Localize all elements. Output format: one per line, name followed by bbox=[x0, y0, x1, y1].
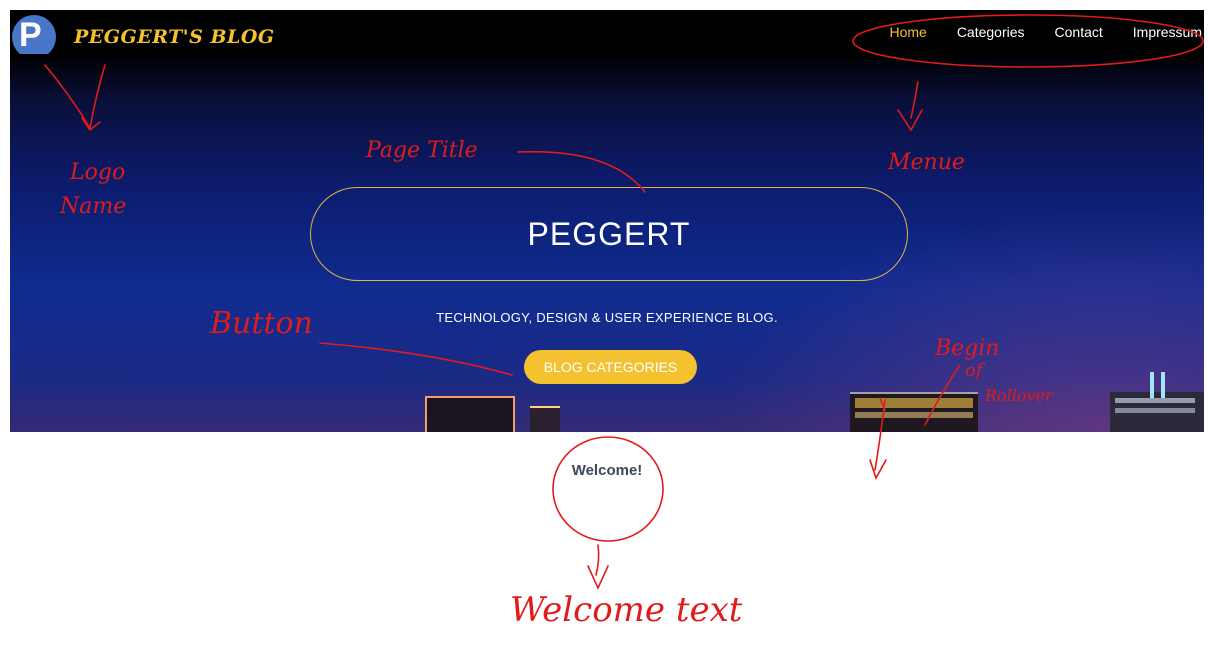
site-name[interactable]: PEGGERT'S BLOG bbox=[74, 26, 275, 48]
logo-icon[interactable]: P bbox=[12, 15, 56, 54]
welcome-heading: Welcome! bbox=[571, 462, 643, 479]
menu-item-home[interactable]: Home bbox=[889, 24, 926, 40]
menu-item-contact[interactable]: Contact bbox=[1055, 24, 1103, 40]
tagline: TECHNOLOGY, DESIGN & USER EXPERIENCE BLO… bbox=[436, 310, 778, 325]
site-header: P PEGGERT'S BLOG Home Categories Contact… bbox=[10, 10, 1204, 54]
site-page: P PEGGERT'S BLOG Home Categories Contact… bbox=[10, 10, 1204, 641]
logo-letter: P bbox=[19, 16, 42, 54]
menu-item-categories[interactable]: Categories bbox=[957, 24, 1025, 40]
page-title: PEGGERT bbox=[527, 215, 691, 252]
page-title-box: PEGGERT bbox=[310, 187, 908, 281]
blog-categories-button[interactable]: BLOG CATEGORIES bbox=[524, 350, 697, 384]
main-menu: Home Categories Contact Impressum bbox=[859, 24, 1202, 40]
hero-banner: PEGGERT TECHNOLOGY, DESIGN & USER EXPERI… bbox=[10, 54, 1204, 432]
menu-item-impressum[interactable]: Impressum bbox=[1133, 24, 1202, 40]
